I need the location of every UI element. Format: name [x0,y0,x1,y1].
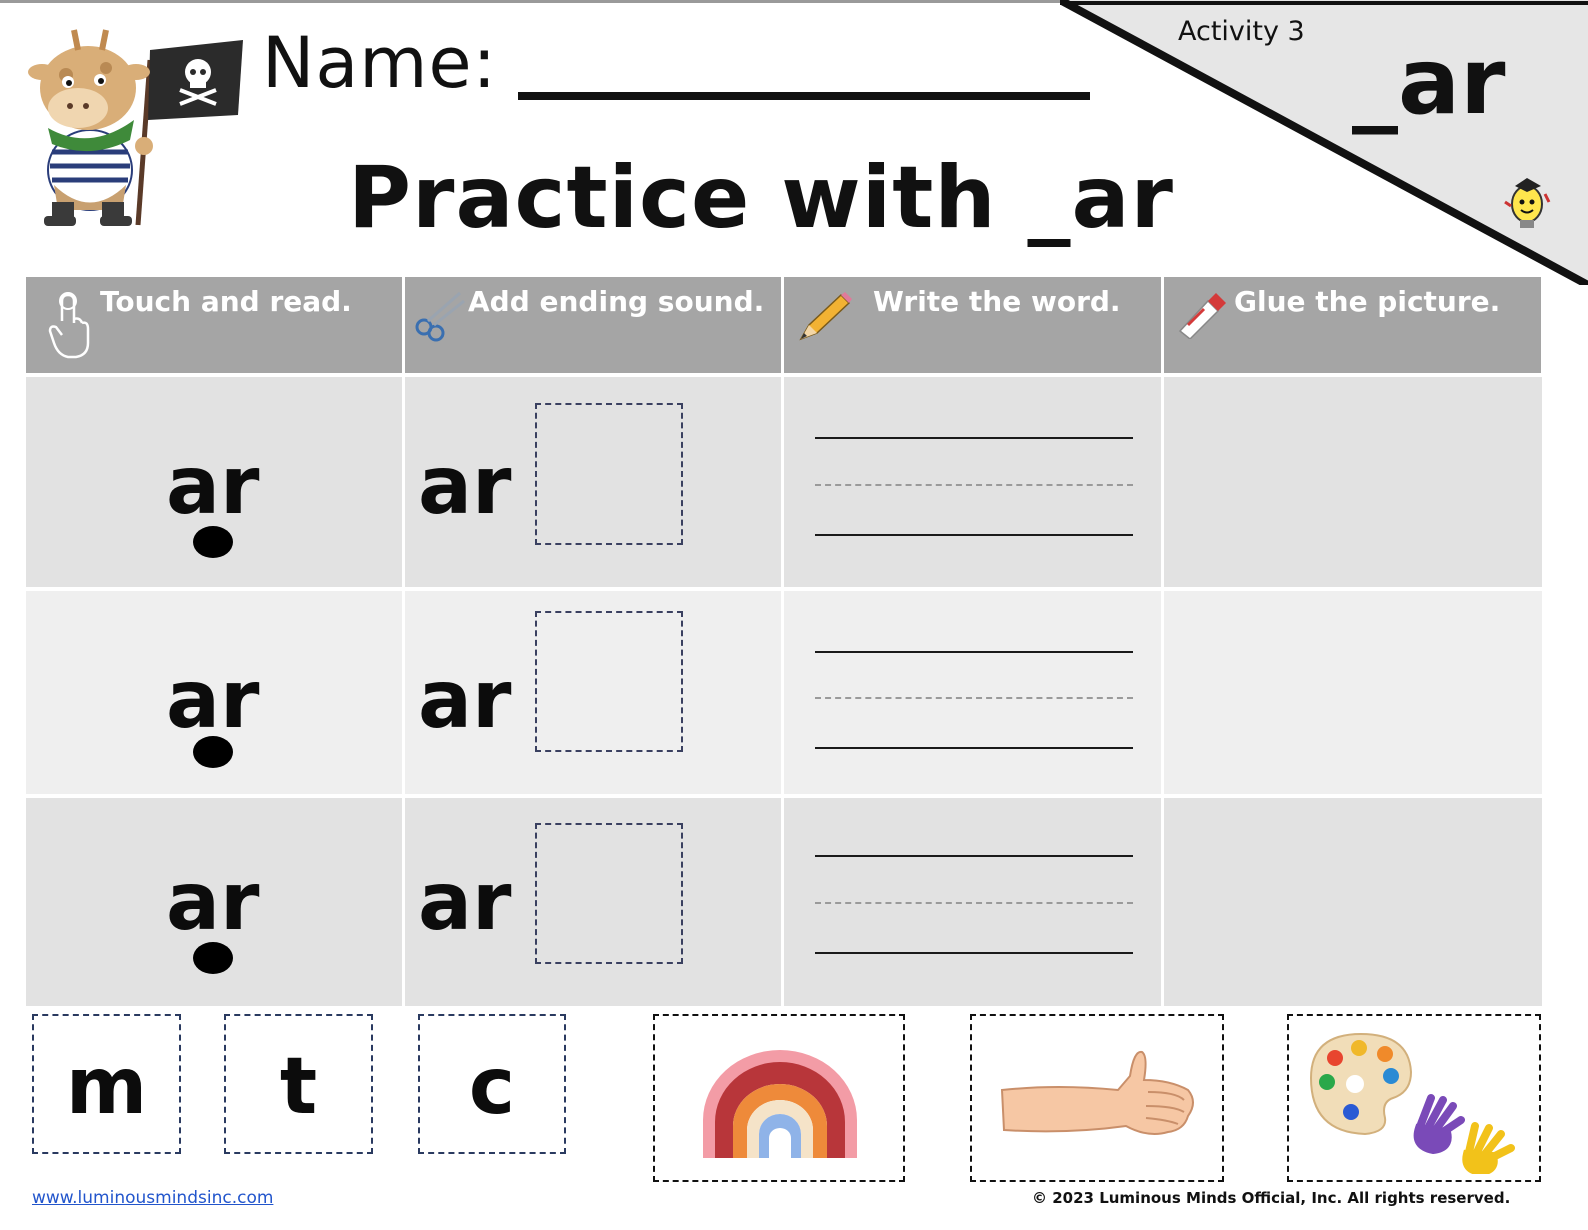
word-stem: ar [418,855,512,948]
finger-touch-icon [48,292,90,359]
glue-area[interactable] [1165,798,1541,1006]
glue-area[interactable] [1165,591,1541,794]
activity-label: Activity 3 [1178,16,1305,47]
write-line-middle [815,902,1133,904]
lightbulb-mascot-icon [1504,178,1551,228]
letter-card-label: m [65,1042,148,1132]
write-line-bottom[interactable] [815,534,1133,536]
column-header-add-label: Add ending sound. [468,285,765,318]
write-line-middle [815,697,1133,699]
ending-sound-box[interactable] [535,823,683,964]
column-divider [402,277,405,1007]
scissors-icon [415,291,465,342]
column-header-glue: Glue the picture. [1164,277,1541,373]
rainbow-icon [703,1050,857,1158]
pencil-icon [799,292,852,341]
write-line-top[interactable] [815,651,1133,653]
column-header-write-label: Write the word. [873,285,1121,318]
corner-sound-label: _ar [1352,28,1506,135]
word-stem: ar [418,439,512,532]
touch-dot[interactable] [193,942,233,974]
word-stem: ar [418,653,512,746]
write-line-top[interactable] [815,855,1133,857]
write-line-bottom[interactable] [815,952,1133,954]
picture-card-rainbow[interactable] [653,1014,905,1182]
corner-banner [1060,0,1588,285]
column-header-write: Write the word. [783,277,1161,373]
glue-area[interactable] [1165,377,1541,587]
letter-card-label: c [468,1042,516,1132]
column-header-add: Add ending sound. [404,277,781,373]
ending-sound-box[interactable] [535,611,683,752]
touch-read-word: ar [166,855,260,948]
letter-card-t[interactable]: t [224,1014,373,1154]
touch-dot[interactable] [193,736,233,768]
touch-read-word: ar [166,439,260,532]
website-link[interactable]: www.luminousmindsinc.com [32,1188,273,1208]
write-line-bottom[interactable] [815,747,1133,749]
column-header-touch: Touch and read. [26,277,402,373]
page-title: Practice with _ar [348,148,1174,248]
picture-card-arm[interactable] [970,1014,1224,1182]
letter-card-m[interactable]: m [32,1014,181,1154]
arm-thumbs-up-icon [1000,1050,1194,1135]
letter-card-label: t [279,1042,318,1132]
picture-card-palette[interactable] [1287,1014,1541,1182]
ending-sound-box[interactable] [535,403,683,545]
write-line-top[interactable] [815,437,1133,439]
glue-stick-icon [1178,293,1226,339]
copyright-text: © 2023 Luminous Minds Official, Inc. All… [1032,1189,1511,1207]
paint-palette-icon [1309,1032,1515,1174]
name-write-line[interactable] [518,92,1090,100]
touch-dot[interactable] [193,526,233,558]
column-header-touch-label: Touch and read. [100,285,352,318]
column-divider [1161,277,1164,1007]
column-divider [781,277,784,1007]
write-line-middle [815,484,1133,486]
column-header-glue-label: Glue the picture. [1234,285,1501,318]
pirate-giraffe-mascot-icon [28,29,243,226]
name-label: Name: [262,22,498,104]
letter-card-c[interactable]: c [418,1014,566,1154]
touch-read-word: ar [166,653,260,746]
